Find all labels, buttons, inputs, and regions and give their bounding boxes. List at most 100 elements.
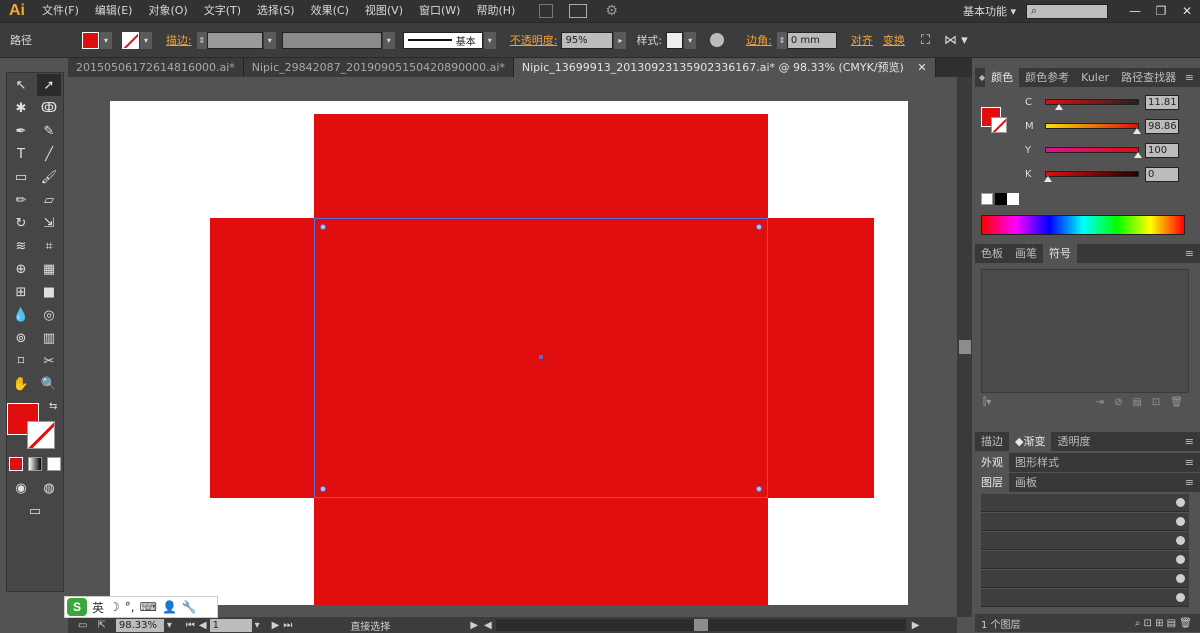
stroke-weight-stepper[interactable]: ⇕ — [196, 31, 207, 49]
screen-mode-icon[interactable]: ▭ — [23, 500, 47, 522]
tab-graphic-styles[interactable]: 图形样式 — [1009, 453, 1065, 472]
chevron-down-icon[interactable]: ▾ — [255, 620, 260, 631]
slider-m[interactable]: M 98.86 — [975, 117, 1200, 135]
stroke-swatch[interactable] — [122, 31, 139, 49]
slider-k-track[interactable] — [1044, 171, 1139, 182]
menu-edit[interactable]: 编辑(E) — [87, 0, 141, 22]
arrange-documents-icon[interactable] — [569, 4, 588, 18]
first-artboard-icon[interactable]: ⏮ — [186, 620, 195, 631]
color-mode-icon[interactable] — [9, 457, 24, 471]
symbol-options-icon[interactable]: ▤ — [1132, 397, 1141, 408]
sogou-logo-icon[interactable]: S — [67, 598, 87, 616]
tab-color[interactable]: 颜色 — [985, 68, 1020, 87]
user-icon[interactable]: 👤 — [162, 600, 177, 614]
panel-menu-icon[interactable]: ≡ — [1185, 247, 1194, 260]
new-symbol-icon[interactable]: ⊡ — [1152, 397, 1160, 408]
artboard-field[interactable]: 1 — [209, 618, 252, 632]
white-color-icon[interactable] — [1007, 193, 1019, 205]
layer-row[interactable] — [981, 494, 1189, 512]
corner-field[interactable]: 0 mm — [786, 31, 837, 49]
transform-link[interactable]: 变换 — [883, 32, 905, 48]
zoom-field[interactable]: 98.33% — [115, 618, 164, 632]
tab-layers[interactable]: 图层 — [975, 473, 1009, 492]
stroke-dropdown[interactable]: ▾ — [140, 31, 152, 49]
last-artboard-icon[interactable]: ⏭ — [283, 620, 292, 631]
slider-thumb[interactable] — [1044, 176, 1052, 182]
shape-builder-tool-icon[interactable]: ⊕ — [9, 258, 33, 280]
draw-normal-icon[interactable]: ◉ — [9, 477, 33, 499]
visibility-icon[interactable] — [1176, 498, 1185, 507]
corner-stepper[interactable]: ⇕ — [776, 31, 787, 49]
corner-label[interactable]: 边角: — [746, 32, 772, 48]
ime-lang[interactable]: 英 — [92, 599, 104, 616]
slider-thumb[interactable] — [1134, 152, 1142, 158]
corner-widget-tl[interactable] — [320, 224, 326, 230]
direct-selection-tool-icon[interactable]: ➚ — [37, 74, 61, 96]
wrench-icon[interactable]: 🔧 — [182, 600, 197, 614]
menu-select[interactable]: 选择(S) — [249, 0, 303, 22]
help-search-input[interactable]: ⌕ — [1026, 3, 1108, 19]
stroke-weight-dropdown[interactable]: ▾ — [263, 31, 276, 49]
menu-effect[interactable]: 效果(C) — [303, 0, 357, 22]
layer-row[interactable] — [981, 570, 1189, 588]
workspace-switcher[interactable]: 基本功能 ▾ — [953, 3, 1026, 19]
none-color-icon[interactable] — [981, 193, 993, 205]
minimize-icon[interactable]: — — [1122, 0, 1148, 22]
brush-style-field[interactable]: 基本 — [402, 31, 483, 49]
align-link[interactable]: 对齐 — [851, 32, 873, 48]
swap-fill-stroke-icon[interactable]: ⇆ — [49, 401, 57, 412]
next-artboard-icon[interactable]: ▶ — [272, 620, 280, 631]
mesh-tool-icon[interactable]: ⊞ — [9, 281, 33, 303]
tab-color-guide[interactable]: 颜色参考 — [1019, 68, 1075, 87]
top-flap-shape[interactable] — [314, 114, 768, 218]
vertical-scroll-thumb[interactable] — [959, 340, 971, 354]
width-tool-icon[interactable]: ≋ — [9, 235, 33, 257]
stroke-weight-field[interactable] — [206, 31, 263, 49]
horizontal-scrollbar[interactable] — [495, 619, 906, 631]
canvas[interactable] — [80, 85, 957, 605]
graphic-style-swatch[interactable] — [666, 31, 684, 49]
menu-type[interactable]: 文字(T) — [196, 0, 249, 22]
variable-width-dropdown[interactable]: ▾ — [382, 31, 395, 49]
visibility-icon[interactable] — [1176, 555, 1185, 564]
slider-y[interactable]: Y 100 — [975, 141, 1200, 159]
panel-menu-icon[interactable]: ≡ — [1185, 476, 1194, 489]
keyboard-icon[interactable]: ⌨ — [140, 600, 157, 614]
slider-c[interactable]: C 11.81 — [975, 93, 1200, 111]
line-tool-icon[interactable]: ╱ — [37, 143, 61, 165]
corner-widget-bl[interactable] — [320, 486, 326, 492]
corner-widget-tr[interactable] — [756, 224, 762, 230]
tab-kuler[interactable]: Kuler — [1075, 68, 1115, 87]
slider-k-value[interactable]: 0 — [1145, 166, 1179, 182]
break-link-icon[interactable]: ⊘ — [1114, 397, 1122, 408]
slider-m-track[interactable] — [1045, 123, 1142, 134]
tab-document-2[interactable]: Nipic_29842087_20190905150420890000.ai* — [243, 58, 514, 77]
slider-m-value[interactable]: 98.86 — [1145, 118, 1179, 134]
selection-tool-icon[interactable]: ↖ — [9, 74, 33, 96]
gradient-tool-icon[interactable]: ■ — [37, 281, 61, 303]
none-mode-icon[interactable] — [46, 457, 61, 471]
layer-row[interactable] — [981, 532, 1189, 550]
isolate-icon[interactable]: ⛶ — [921, 33, 930, 48]
graphic-style-dropdown[interactable]: ▾ — [684, 31, 697, 49]
free-transform-tool-icon[interactable]: ⌗ — [37, 235, 61, 257]
pen-tool-icon[interactable]: ✒ — [9, 120, 33, 142]
tab-appearance[interactable]: 外观 — [975, 453, 1009, 472]
recolor-icon[interactable] — [710, 33, 725, 47]
slice-tool-icon[interactable]: ✂ — [37, 350, 61, 372]
moon-icon[interactable]: ☽ — [109, 600, 120, 614]
tab-swatches[interactable]: 色板 — [975, 244, 1009, 263]
place-symbol-icon[interactable]: ⇥ — [1096, 397, 1104, 408]
magic-wand-tool-icon[interactable]: ✱ — [9, 97, 33, 119]
panel-menu-icon[interactable]: ⋈ ▾ — [944, 33, 968, 48]
prev-artboard-icon[interactable]: ◀ — [199, 620, 207, 631]
visibility-icon[interactable] — [1176, 574, 1185, 583]
visibility-icon[interactable] — [1176, 593, 1185, 602]
symbols-list[interactable] — [981, 269, 1189, 393]
column-graph-tool-icon[interactable]: ▥ — [37, 327, 61, 349]
chevron-down-icon[interactable]: ▾ — [167, 620, 172, 631]
slider-y-value[interactable]: 100 — [1145, 142, 1179, 158]
tab-document-1[interactable]: 20150506172614816000.ai* — [68, 58, 244, 77]
tab-document-3[interactable]: Nipic_13699913_20130923135902336167.ai* … — [513, 58, 936, 77]
visibility-icon[interactable] — [1176, 517, 1185, 526]
